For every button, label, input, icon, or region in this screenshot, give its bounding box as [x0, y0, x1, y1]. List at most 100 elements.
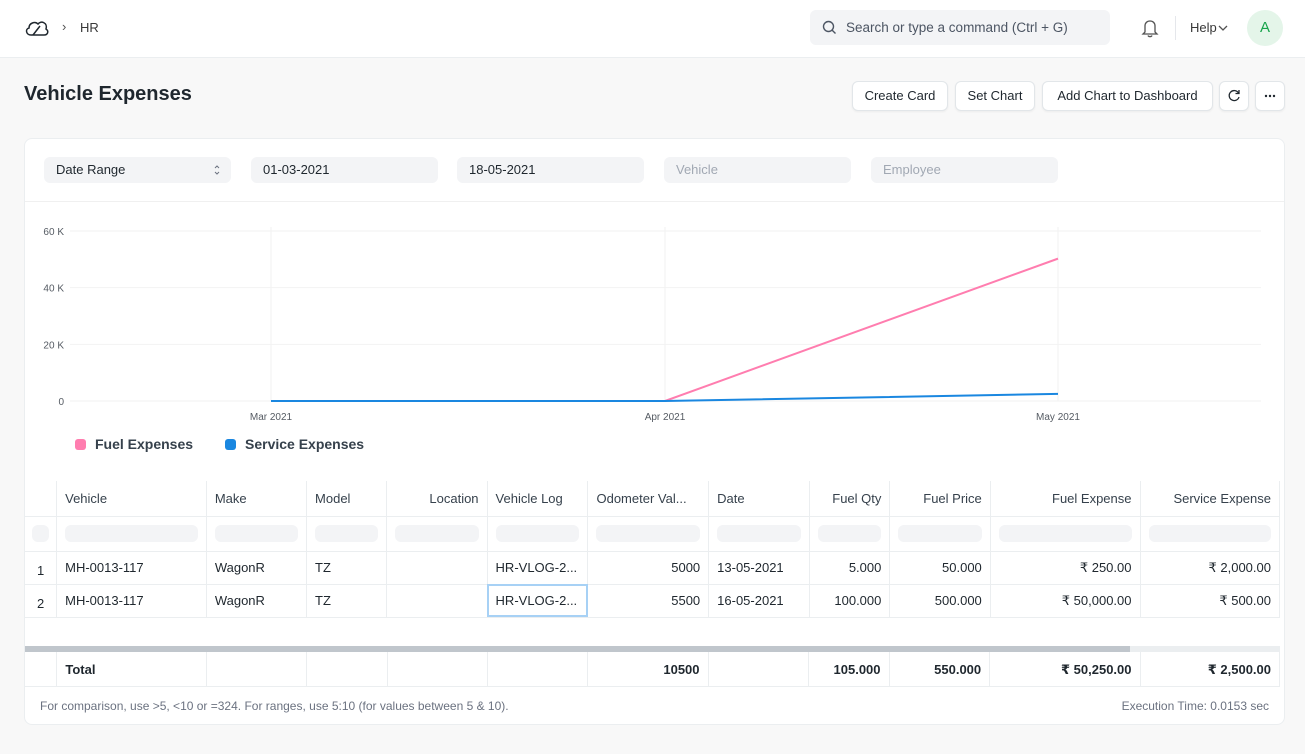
- column-header[interactable]: [25, 481, 58, 517]
- search-bar[interactable]: Search or type a command (Ctrl + G): [810, 10, 1110, 45]
- line-chart: 0 20 K 40 K 60 K Mar 2021 Apr 2021 May 2021: [43, 227, 1261, 423]
- filter-cell-index: [25, 516, 58, 552]
- column-filter-input[interactable]: [1140, 516, 1280, 552]
- legend-label: Fuel Expenses: [95, 436, 194, 452]
- filter-box[interactable]: [395, 525, 479, 542]
- table-row[interactable]: 1 MH-0013-117 WagonR TZ HR-VLOG-2... 5000 13-0…: [25, 551, 1280, 585]
- filter-box[interactable]: [998, 525, 1132, 542]
- column-header[interactable]: Fuel Qty: [809, 481, 891, 517]
- help-menu[interactable]: Help: [1190, 20, 1217, 35]
- table-cell[interactable]: 500.000: [889, 584, 991, 618]
- table-cell[interactable]: 13-05-2021: [708, 551, 810, 585]
- table-cell[interactable]: ₹ 50,000.00: [990, 584, 1141, 618]
- breadcrumb-separator: ›: [62, 19, 67, 34]
- column-header[interactable]: Fuel Price: [889, 481, 991, 517]
- breadcrumb-hr[interactable]: HR: [80, 20, 99, 35]
- table-cell[interactable]: HR-VLOG-2...: [487, 551, 589, 585]
- add-chart-to-dashboard-button[interactable]: Add Chart to Dashboard: [1042, 81, 1213, 111]
- period-select[interactable]: Date Range: [44, 157, 231, 183]
- column-filter-input[interactable]: [206, 516, 308, 552]
- filter-box[interactable]: [898, 525, 982, 542]
- search-icon: [822, 20, 836, 34]
- column-filter-input[interactable]: [809, 516, 891, 552]
- chevron-down-icon[interactable]: [1218, 24, 1228, 32]
- refresh-button[interactable]: [1219, 81, 1249, 111]
- filter-box[interactable]: [596, 525, 701, 542]
- column-header[interactable]: Make: [206, 481, 308, 517]
- table-cell[interactable]: MH-0013-117: [56, 584, 207, 618]
- more-actions-button[interactable]: [1255, 81, 1285, 111]
- table-cell[interactable]: MH-0013-117: [56, 551, 207, 585]
- column-filter-input[interactable]: [889, 516, 991, 552]
- table-cell[interactable]: WagonR: [206, 584, 308, 618]
- column-filter-input[interactable]: [708, 516, 810, 552]
- total-cell: Total: [56, 652, 208, 686]
- filter-divider: [25, 201, 1284, 202]
- to-date-field[interactable]: 18-05-2021: [457, 157, 644, 183]
- refresh-icon: [1228, 89, 1240, 102]
- table-cell[interactable]: 16-05-2021: [708, 584, 810, 618]
- table-cell[interactable]: [386, 584, 488, 618]
- table-cell[interactable]: [386, 551, 488, 585]
- notification-bell-icon[interactable]: [1141, 18, 1159, 38]
- table-cell[interactable]: 5500: [587, 584, 710, 618]
- table-cell[interactable]: 5000: [587, 551, 710, 585]
- filter-box[interactable]: [817, 525, 882, 542]
- table-cell[interactable]: 5.000: [809, 551, 891, 585]
- select-arrows-icon: [214, 165, 220, 175]
- table-cell[interactable]: WagonR: [206, 551, 308, 585]
- total-cell: [25, 652, 58, 686]
- total-cell: 105.000: [808, 652, 890, 686]
- table-row[interactable]: 2 MH-0013-117 WagonR TZ HR-VLOG-2... 5500 16-0…: [25, 584, 1280, 618]
- create-card-button[interactable]: Create Card: [852, 81, 948, 111]
- total-cell: ₹ 50,250.00: [989, 652, 1141, 686]
- filter-box[interactable]: [315, 525, 379, 542]
- x-tick-label: Apr 2021: [645, 412, 686, 423]
- navbar-divider: [1175, 16, 1176, 40]
- total-cell: [487, 652, 589, 686]
- column-header[interactable]: Vehicle: [56, 481, 207, 517]
- cloud-icon[interactable]: [24, 18, 50, 38]
- column-header[interactable]: Fuel Expense: [990, 481, 1141, 517]
- legend-swatch-service: [225, 439, 236, 450]
- employee-field[interactable]: Employee: [871, 157, 1058, 183]
- column-header[interactable]: Odometer Val...: [587, 481, 710, 517]
- filter-box[interactable]: [717, 525, 801, 542]
- column-header[interactable]: Date: [708, 481, 810, 517]
- column-header[interactable]: Location: [386, 481, 488, 517]
- legend-item-service-expenses[interactable]: Service Expenses: [225, 436, 364, 452]
- legend-item-fuel-expenses[interactable]: Fuel Expenses: [75, 436, 193, 452]
- report-table: Vehicle Make Model Location Vehicle Log Odome…: [25, 481, 1280, 651]
- column-filter-input[interactable]: [487, 516, 589, 552]
- column-filter-input[interactable]: [587, 516, 710, 552]
- table-cell[interactable]: ₹ 500.00: [1140, 584, 1280, 618]
- from-date-field[interactable]: 01-03-2021: [251, 157, 438, 183]
- vehicle-field[interactable]: Vehicle: [664, 157, 851, 183]
- more-icon: [1264, 94, 1276, 98]
- table-cell[interactable]: TZ: [306, 551, 388, 585]
- table-cell[interactable]: TZ: [306, 584, 388, 618]
- column-filter-input[interactable]: [990, 516, 1141, 552]
- column-filter-input[interactable]: [56, 516, 207, 552]
- set-chart-button[interactable]: Set Chart: [955, 81, 1035, 111]
- column-filter-input[interactable]: [306, 516, 388, 552]
- column-filter-input[interactable]: [386, 516, 488, 552]
- legend-swatch-fuel: [75, 439, 86, 450]
- column-header[interactable]: Model: [306, 481, 388, 517]
- column-header[interactable]: Vehicle Log: [487, 481, 589, 517]
- filter-box[interactable]: [495, 525, 580, 542]
- filter-box[interactable]: [214, 525, 299, 542]
- table-cell[interactable]: 100.000: [809, 584, 891, 618]
- filter-box[interactable]: [65, 525, 198, 542]
- avatar[interactable]: A: [1247, 10, 1283, 46]
- table-cell[interactable]: 50.000: [889, 551, 991, 585]
- column-header[interactable]: Service Expense: [1140, 481, 1280, 517]
- total-cell: [306, 652, 388, 686]
- totals-row: Total 10500 105.000 550.000 ₹ 50,250.00 ₹ 2,5…: [25, 652, 1280, 687]
- filter-box[interactable]: [1148, 525, 1271, 542]
- filter-box[interactable]: [32, 525, 50, 542]
- table-cell[interactable]: ₹ 2,000.00: [1140, 551, 1280, 585]
- table-cell[interactable]: ₹ 250.00: [990, 551, 1141, 585]
- table-cell[interactable]: HR-VLOG-2...: [487, 584, 589, 618]
- execution-time: Execution Time: 0.0153 sec: [1121, 699, 1269, 713]
